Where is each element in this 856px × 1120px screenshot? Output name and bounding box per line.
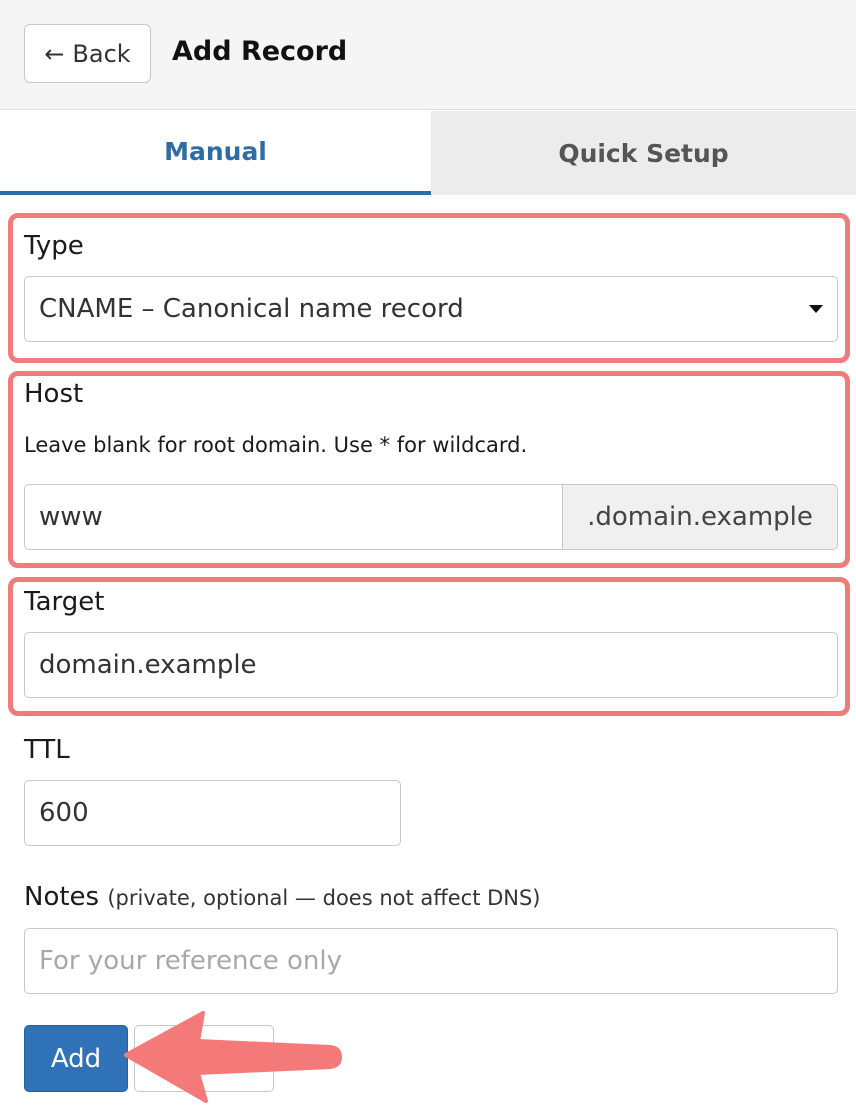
ttl-input[interactable]: 600 — [24, 780, 401, 846]
target-input-value: domain.example — [39, 650, 257, 680]
add-record-page: ← Back Add Record Manual Quick Setup Typ… — [0, 0, 856, 1120]
arrow-pointer-icon — [124, 1011, 342, 1103]
notes-placeholder: For your reference only — [39, 946, 343, 976]
notes-label-text: Notes — [24, 882, 100, 912]
notes-label: Notes (private, optional — does not affe… — [24, 882, 541, 912]
back-button[interactable]: ← Back — [24, 24, 151, 83]
page-title: Add Record — [172, 36, 348, 67]
notes-input[interactable]: For your reference only — [24, 928, 838, 994]
tab-quick-setup[interactable]: Quick Setup — [431, 111, 856, 195]
host-input[interactable]: www — [24, 484, 564, 550]
ttl-label: TTL — [24, 735, 70, 765]
caret-down-icon — [809, 305, 823, 313]
arrow-left-icon: ← — [44, 39, 65, 68]
type-select-value: CNAME – Canonical name record — [39, 294, 464, 324]
type-select[interactable]: CNAME – Canonical name record — [24, 276, 838, 342]
host-help-text: Leave blank for root domain. Use * for w… — [24, 433, 528, 457]
target-label: Target — [24, 587, 105, 617]
back-button-label: Back — [72, 39, 131, 68]
ttl-input-value: 600 — [39, 798, 89, 828]
add-button[interactable]: Add — [24, 1025, 128, 1092]
host-input-value: www — [39, 502, 103, 532]
host-domain-suffix: .domain.example — [562, 484, 838, 550]
type-label: Type — [24, 231, 84, 261]
host-label: Host — [24, 379, 84, 409]
page-header: ← Back Add Record — [0, 0, 856, 110]
tab-manual[interactable]: Manual — [0, 111, 431, 195]
notes-sublabel: (private, optional — does not affect DNS… — [107, 886, 541, 910]
tab-bar: Manual Quick Setup — [0, 111, 856, 195]
target-input[interactable]: domain.example — [24, 632, 838, 698]
